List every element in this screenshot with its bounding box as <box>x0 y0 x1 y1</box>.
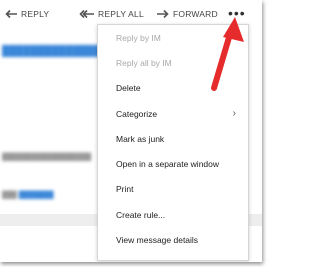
menu-item-categorize[interactable]: Categorize › <box>98 102 248 126</box>
reply-all-button[interactable]: REPLY ALL <box>79 7 144 21</box>
menu-item-mark-as-junk[interactable]: Mark as junk <box>98 127 248 151</box>
screenshot-frame: REPLY REPLY ALL FORWARD ••• ████████████… <box>0 0 262 262</box>
chevron-right-icon: › <box>232 108 236 119</box>
menu-item-print[interactable]: Print <box>98 177 248 201</box>
menu-item-open-in-separate-window[interactable]: Open in a separate window <box>98 152 248 176</box>
reply-all-label: REPLY ALL <box>98 9 144 19</box>
reply-button[interactable]: REPLY <box>4 7 49 21</box>
blurred-body-text: ██████████████████ <box>2 154 92 161</box>
red-annotation-arrow-icon <box>211 17 244 91</box>
reply-arrow-icon <box>5 9 17 19</box>
menu-item-create-rule[interactable]: Create rule... <box>98 203 248 227</box>
blurred-link-text: ███ ███████ <box>2 192 54 199</box>
menu-item-view-message-details[interactable]: View message details <box>98 228 248 252</box>
reply-label: REPLY <box>21 9 50 19</box>
reply-all-arrow-icon <box>79 9 94 19</box>
forward-arrow-icon <box>157 9 169 19</box>
